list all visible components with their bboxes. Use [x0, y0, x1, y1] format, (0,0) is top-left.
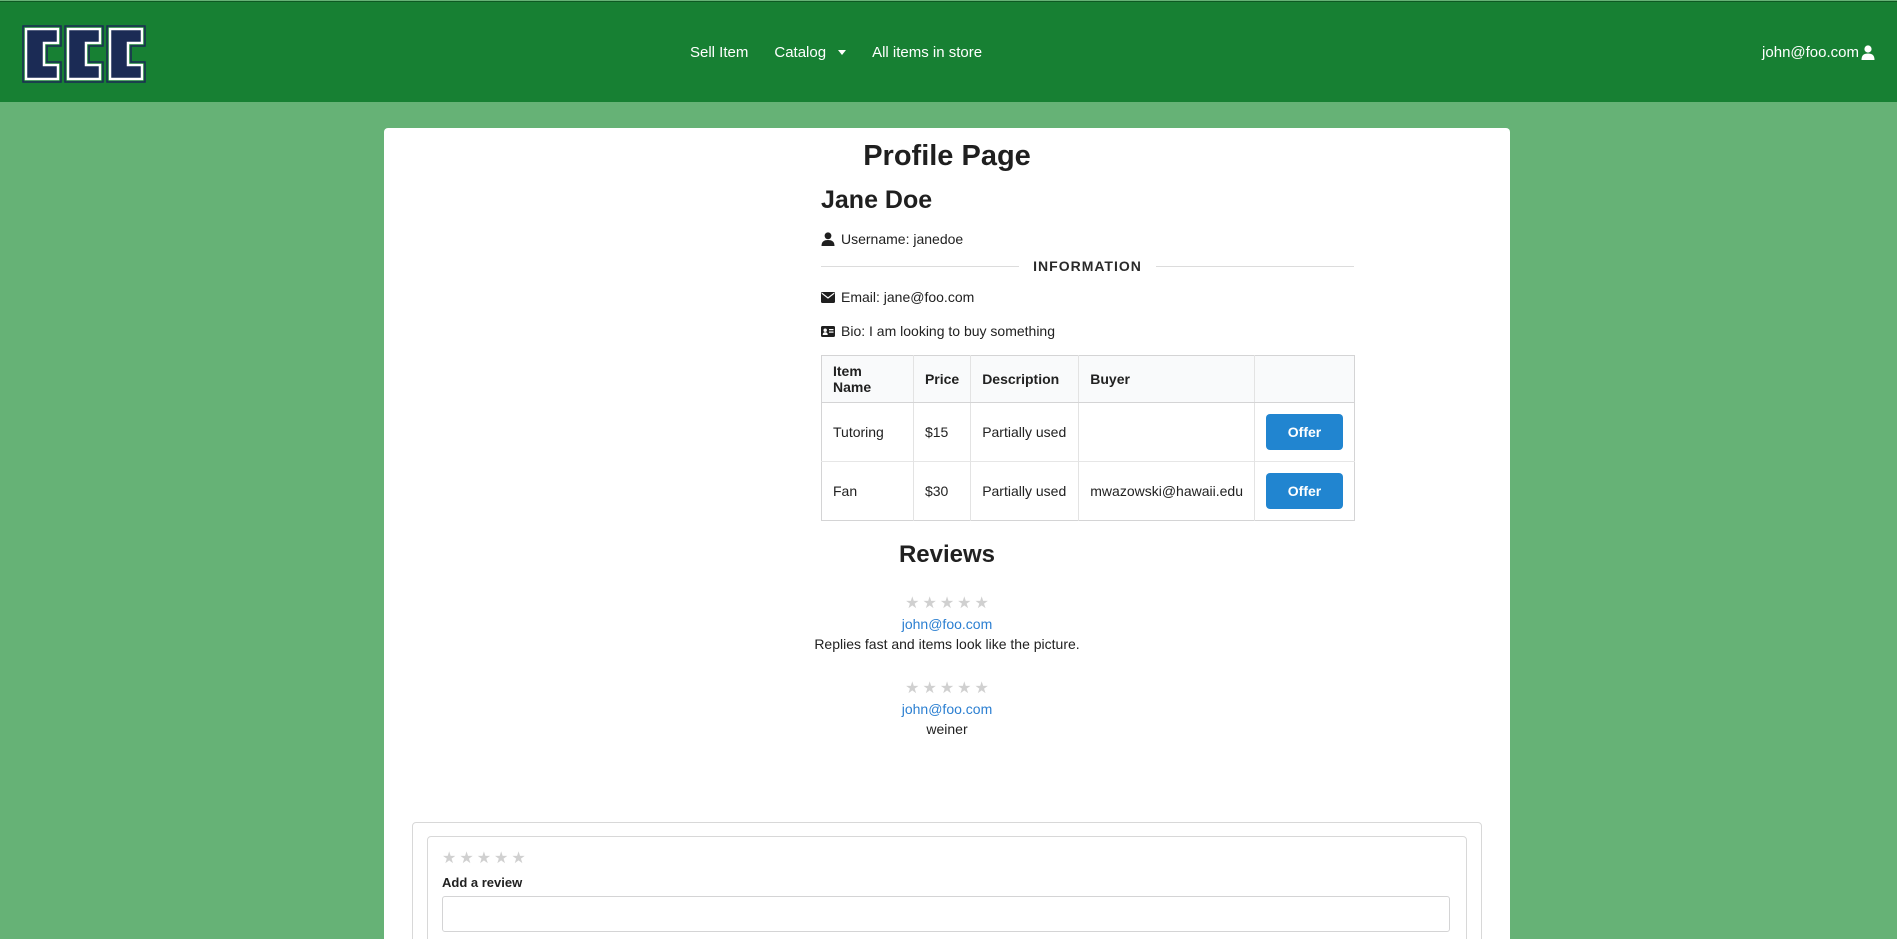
reviews-title: Reviews	[898, 541, 996, 568]
profile-name: Jane Doe	[821, 186, 933, 214]
profile-section: Jane Doe Username: janedoe INFORMATION E…	[821, 186, 1355, 521]
star-icon[interactable]: ★	[957, 595, 971, 613]
review-author-link[interactable]: john@foo.com	[384, 616, 1510, 632]
page-title: Profile Page	[863, 140, 1031, 172]
offer-button[interactable]: Offer	[1266, 473, 1343, 509]
star-icon[interactable]: ★	[905, 680, 919, 698]
nav-sell-item-label: Sell Item	[690, 43, 749, 61]
cell-action: Offer	[1254, 461, 1355, 521]
star-icon[interactable]: ★	[905, 595, 919, 613]
username-text: Username: janedoe	[841, 231, 964, 247]
user-menu[interactable]: john@foo.com	[1762, 2, 1875, 102]
cell-description: Partially used	[970, 461, 1079, 521]
offer-button[interactable]: Offer	[1266, 414, 1343, 450]
header-price: Price	[912, 355, 971, 403]
nav-all-items[interactable]: All items in store	[872, 44, 982, 61]
add-review-form: ★ ★ ★ ★ ★ Add a review	[412, 822, 1482, 939]
divider-line-right	[1155, 265, 1355, 267]
user-icon	[1861, 44, 1875, 60]
cell-item-name: Fan	[821, 461, 914, 521]
review-text: Replies fast and items look like the pic…	[814, 636, 1080, 652]
star-icon[interactable]: ★	[975, 680, 989, 698]
cell-buyer	[1078, 402, 1255, 462]
header-buyer: Buyer	[1078, 355, 1255, 403]
nav-catalog-dropdown[interactable]: Catalog	[774, 43, 847, 61]
nav-sell-item[interactable]: Sell Item	[690, 44, 748, 61]
star-icon[interactable]: ★	[459, 850, 473, 868]
cell-item-name: Tutoring	[821, 402, 914, 462]
table-header-row: Item Name Price Description Buyer	[821, 355, 1355, 403]
review-item: ★ ★ ★ ★ ★ john@foo.com weiner	[384, 680, 1510, 737]
star-icon[interactable]: ★	[511, 850, 525, 868]
divider-label: INFORMATION	[1033, 258, 1142, 274]
header-item-name: Item Name	[821, 355, 914, 403]
star-icon[interactable]: ★	[940, 595, 954, 613]
star-icon[interactable]: ★	[975, 595, 989, 613]
user-icon	[821, 232, 835, 246]
table-row: Fan $30 Partially used mwazowski@hawaii.…	[821, 461, 1355, 521]
bio-line: Bio: I am looking to buy something	[821, 321, 1354, 341]
email-text: Email: jane@foo.com	[841, 289, 975, 305]
caret-down-icon	[838, 50, 847, 55]
add-review-label: Add a review	[442, 875, 523, 890]
username-line: Username: janedoe	[821, 229, 1354, 249]
star-icon[interactable]: ★	[922, 595, 936, 613]
star-icon[interactable]: ★	[442, 850, 456, 868]
information-divider: INFORMATION	[821, 256, 1355, 276]
user-email: john@foo.com	[1762, 43, 1859, 61]
cell-description: Partially used	[970, 402, 1079, 462]
review-rating-input: ★ ★ ★ ★ ★	[442, 850, 526, 868]
cell-buyer: mwazowski@hawaii.edu	[1078, 461, 1255, 521]
nav-links: Sell Item Catalog All items in store	[690, 2, 1008, 102]
nav-catalog-label: Catalog	[774, 43, 827, 61]
envelope-icon	[821, 291, 835, 303]
cell-price: $15	[912, 402, 971, 462]
star-icon[interactable]: ★	[922, 680, 936, 698]
cell-action: Offer	[1254, 402, 1355, 462]
add-review-segment: ★ ★ ★ ★ ★ Add a review	[427, 836, 1467, 939]
id-card-icon	[821, 325, 835, 337]
email-line: Email: jane@foo.com	[821, 287, 1354, 307]
logo-graphic	[22, 25, 146, 83]
divider-line-left	[821, 265, 1020, 267]
review-item: ★ ★ ★ ★ ★ john@foo.com Replies fast and …	[384, 595, 1510, 652]
review-text: weiner	[926, 721, 968, 737]
review-text-input[interactable]	[442, 896, 1450, 932]
table-row: Tutoring $15 Partially used Offer	[821, 402, 1355, 462]
star-icon[interactable]: ★	[477, 850, 491, 868]
review-rating: ★ ★ ★ ★ ★	[384, 595, 1510, 613]
nav-all-items-label: All items in store	[872, 43, 983, 61]
header-description: Description	[970, 355, 1079, 403]
header-actions	[1254, 355, 1355, 403]
profile-card: Profile Page Jane Doe Username: janedoe …	[384, 128, 1510, 939]
star-icon[interactable]: ★	[494, 850, 508, 868]
review-author-link[interactable]: john@foo.com	[384, 701, 1510, 717]
ccc-logo[interactable]	[22, 23, 152, 85]
items-table: Item Name Price Description Buyer Tutori…	[821, 355, 1355, 521]
cell-price: $30	[912, 461, 971, 521]
bio-text: Bio: I am looking to buy something	[841, 323, 1056, 339]
star-icon[interactable]: ★	[940, 680, 954, 698]
review-rating: ★ ★ ★ ★ ★	[384, 680, 1510, 698]
star-icon[interactable]: ★	[957, 680, 971, 698]
top-navbar: Sell Item Catalog All items in store joh…	[0, 1, 1897, 102]
